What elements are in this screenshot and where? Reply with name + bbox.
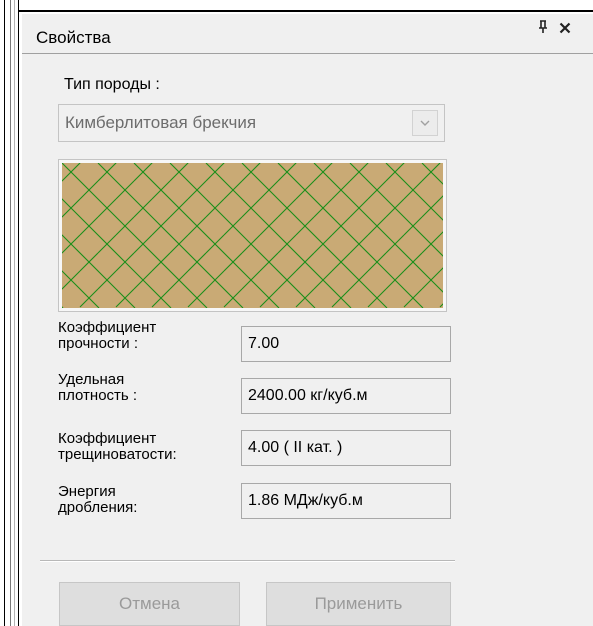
prop-label-line: прочности :: [58, 335, 139, 352]
strength-value: 7.00: [248, 335, 280, 352]
panel-title: Свойства: [36, 28, 111, 47]
density-value: 2400.00 кг/куб.м: [248, 387, 368, 404]
prop-label-line: дробления:: [58, 499, 138, 516]
title-divider: [22, 53, 593, 54]
prop-label-line: Удельная: [58, 371, 125, 388]
prop-label-line: Коэффициент: [58, 319, 157, 336]
prop-label-strength: Коэффициент прочности :: [58, 320, 156, 352]
rock-type-value: Кимберлитовая брекчия: [65, 113, 257, 132]
prop-label-energy: Энергия дробления:: [58, 484, 137, 516]
top-border: [18, 10, 593, 12]
close-icon[interactable]: [557, 20, 573, 38]
rock-pattern-preview: [58, 159, 447, 312]
fracture-value: 4.00 ( II кат. ): [248, 439, 343, 456]
prop-label-density: Удельная плотность :: [58, 372, 137, 404]
energy-value: 1.86 МДж/куб.м: [248, 492, 363, 509]
prop-label-line: плотность :: [58, 387, 138, 404]
prop-label-line: Коэффициент: [58, 430, 157, 447]
edge-line: [4, 0, 5, 626]
separator: [40, 561, 455, 562]
energy-field[interactable]: 1.86 МДж/куб.м: [241, 483, 451, 519]
editor-edge-strip: [0, 0, 21, 626]
prop-label-fracture: Коэффициент трещиноватости:: [58, 431, 177, 463]
edge-line: [10, 0, 11, 626]
pin-icon[interactable]: [535, 20, 551, 38]
prop-label-line: Энергия: [58, 483, 116, 500]
edge-line: [14, 0, 15, 626]
properties-panel: Свойства Тип породы : Кимберлитовая брек…: [22, 14, 593, 626]
panel-titlebar: Свойства: [22, 14, 593, 47]
strength-field[interactable]: 7.00: [241, 326, 451, 362]
density-field[interactable]: 2400.00 кг/куб.м: [241, 378, 451, 414]
edge-line: [18, 0, 19, 626]
prop-label-line: трещиноватости:: [58, 446, 177, 463]
apply-button[interactable]: Применить: [266, 582, 451, 626]
rock-type-label: Тип породы :: [64, 76, 160, 93]
fracture-field[interactable]: 4.00 ( II кат. ): [241, 430, 451, 466]
chevron-down-icon[interactable]: [412, 110, 438, 136]
rock-type-select[interactable]: Кимберлитовая брекчия: [58, 104, 445, 142]
cancel-button[interactable]: Отмена: [59, 582, 240, 626]
herringbone-pattern: [62, 163, 443, 308]
